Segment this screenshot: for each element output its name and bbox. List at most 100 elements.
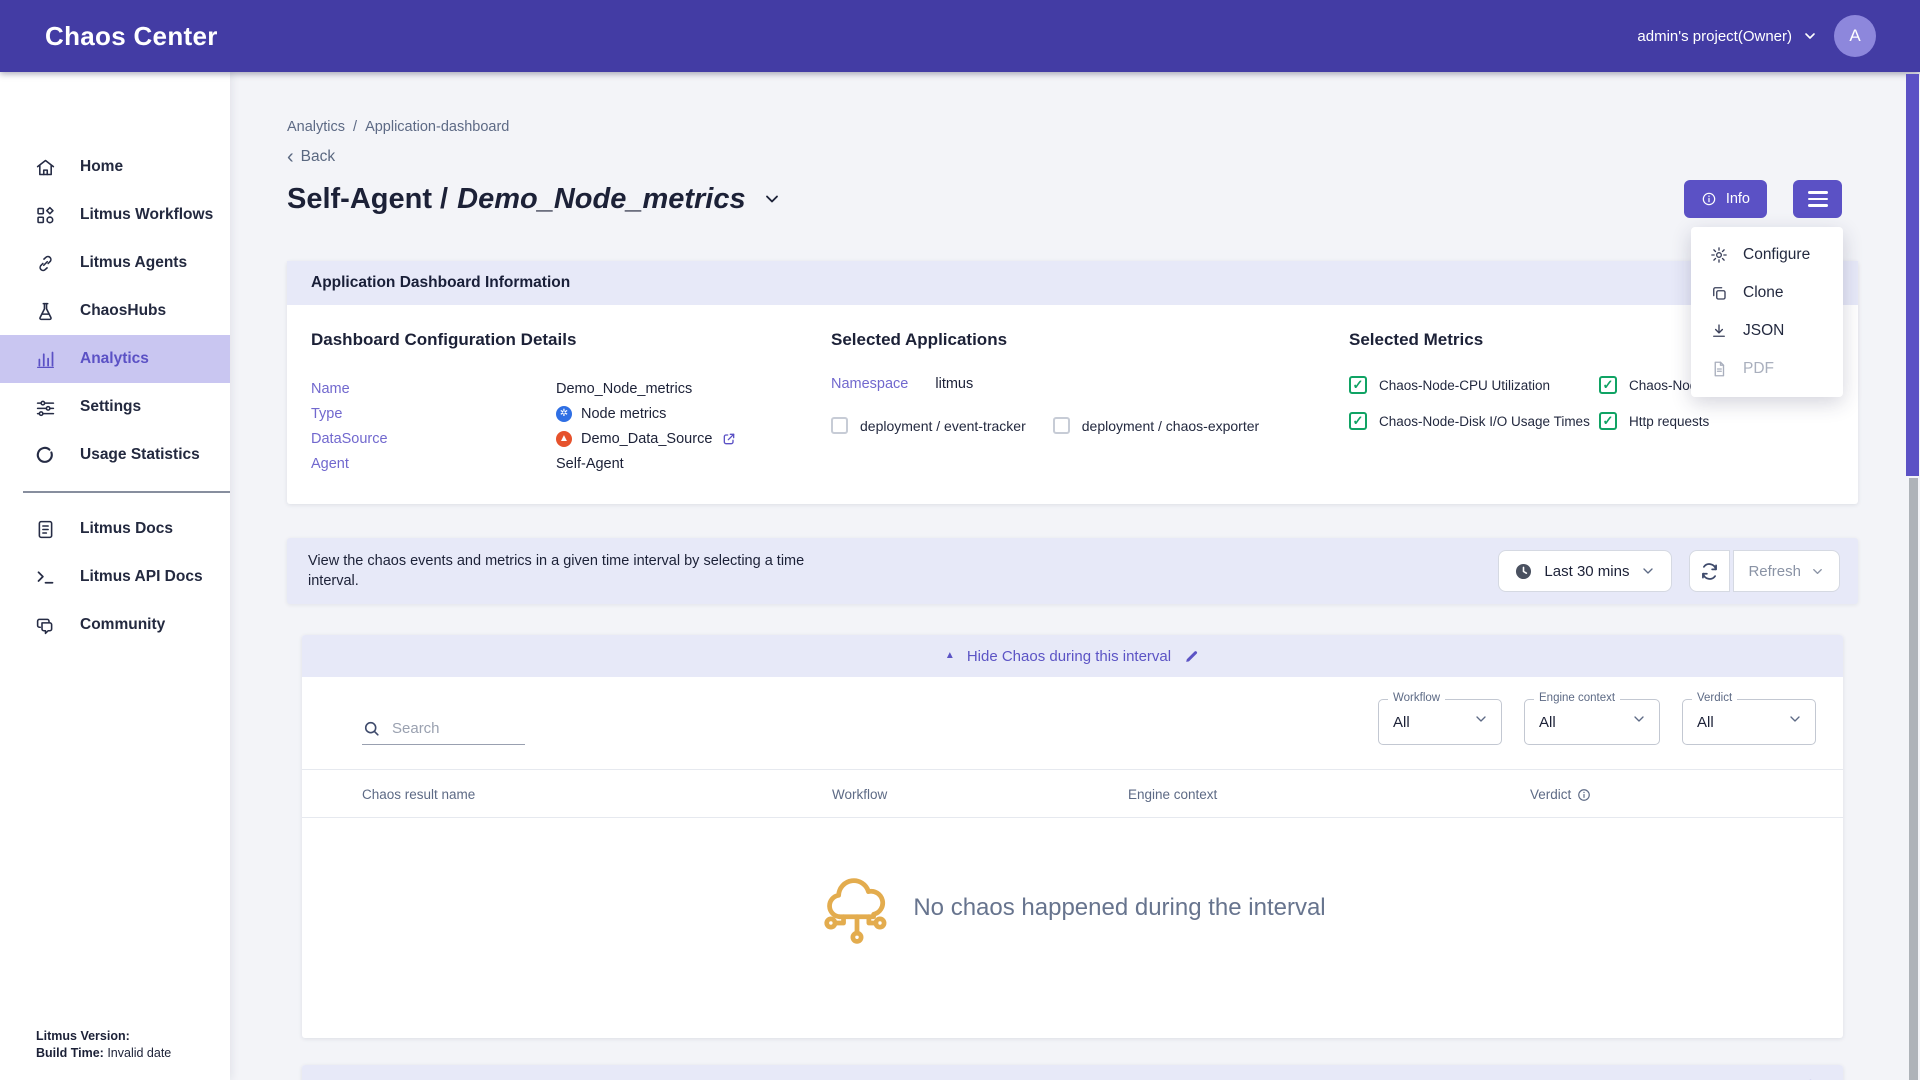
title-agent: Self-Agent / (287, 183, 448, 216)
sidebar-item-usage-statistics[interactable]: Usage Statistics (0, 431, 230, 479)
page-scrollbar[interactable] (1905, 72, 1919, 1080)
avatar[interactable]: A (1834, 15, 1876, 57)
namespace-label: Namespace (831, 376, 908, 392)
menu-item-clone[interactable]: Clone (1691, 274, 1843, 312)
refresh-label: Refresh (1748, 563, 1801, 580)
sidebar-item-analytics[interactable]: Analytics (0, 335, 230, 383)
search-field[interactable] (362, 719, 525, 745)
sidebar-item-settings[interactable]: Settings (0, 383, 230, 431)
checkbox-checked-icon[interactable]: ✓ (1349, 412, 1367, 430)
cloud-circuit-icon (819, 870, 895, 946)
verdict-filter-select[interactable]: Verdict All (1682, 699, 1816, 745)
chaos-table-card: ▲ Hide Chaos during this interval Workfl… (302, 635, 1843, 1038)
sidebar-item-litmus-api-docs[interactable]: Litmus API Docs (0, 553, 230, 601)
time-range-select[interactable]: Last 30 mins (1498, 550, 1672, 592)
back-button[interactable]: ‹ Back (287, 148, 335, 166)
pencil-icon[interactable] (1183, 648, 1200, 665)
collapse-triangle-icon: ▲ (945, 651, 955, 661)
search-input[interactable] (390, 719, 525, 738)
sidebar-divider (23, 491, 230, 493)
hide-chaos-label: Hide Chaos during this interval (967, 648, 1171, 665)
sidebar-item-litmus-workflows[interactable]: Litmus Workflows (0, 191, 230, 239)
menu-item-pdf[interactable]: PDF (1691, 350, 1843, 388)
document-icon (35, 519, 56, 540)
sidebar-item-chaoshubs[interactable]: ChaosHubs (0, 287, 230, 335)
title-chevron-down-icon[interactable] (762, 189, 782, 209)
menu-item-configure[interactable]: Configure (1691, 236, 1843, 274)
chevron-down-icon (1802, 28, 1818, 44)
kebab-menu-button[interactable] (1793, 180, 1842, 218)
breadcrumb-analytics[interactable]: Analytics (287, 119, 345, 135)
scrollbar-thumb[interactable] (1906, 74, 1919, 476)
configuration-column: Dashboard Configuration Details Name Dem… (311, 330, 831, 476)
community-icon (35, 615, 56, 636)
menu-item-json[interactable]: JSON (1691, 312, 1843, 350)
sidebar-item-litmus-agents[interactable]: Litmus Agents (0, 239, 230, 287)
download-icon (1710, 322, 1728, 340)
clock-icon (1514, 562, 1533, 581)
sidebar-item-label: Litmus Agents (80, 254, 187, 272)
page-title[interactable]: Self-Agent / Demo_Node_metrics (287, 183, 782, 216)
workflow-filter-label: Workflow (1388, 692, 1445, 704)
metric-checkbox-cpu-utilization[interactable]: ✓ Chaos-Node-CPU Utilization (1349, 376, 1599, 394)
gear-icon (1710, 246, 1728, 264)
applications-column: Selected Applications Namespace litmus d… (831, 330, 1349, 476)
metric-checkbox-disk-io-times[interactable]: ✓ Chaos-Node-Disk I/O Usage Times (1349, 412, 1599, 430)
app-checkbox-chaos-exporter[interactable]: deployment / chaos-exporter (1053, 417, 1259, 434)
hide-chaos-toggle[interactable]: ▲ Hide Chaos during this interval (302, 635, 1843, 677)
file-icon (1710, 360, 1728, 378)
cpu-metrics-header: CPU Utilization Metrics (302, 1065, 1843, 1080)
applications-title: Selected Applications (831, 330, 1349, 350)
info-circle-icon (1701, 191, 1717, 207)
checkbox-unchecked-icon[interactable] (1053, 417, 1070, 434)
title-actions: Info (1684, 180, 1842, 218)
workflow-filter-select[interactable]: Workflow All (1378, 699, 1502, 745)
clone-icon (1710, 284, 1728, 302)
sidebar-item-label: Home (80, 158, 123, 176)
sidebar-item-community[interactable]: Community (0, 601, 230, 649)
chevron-down-icon (1640, 563, 1656, 579)
sidebar: Home Litmus Workflows Litmus Agents Chao… (0, 72, 230, 1080)
breadcrumb-page: Application-dashboard (365, 119, 509, 135)
external-link-icon[interactable] (721, 431, 737, 447)
column-workflow: Workflow (832, 787, 1128, 802)
menu-item-label: PDF (1743, 360, 1774, 378)
dashboard-info-header: Application Dashboard Information (287, 261, 1858, 305)
dashboard-info-body: Dashboard Configuration Details Name Dem… (287, 305, 1858, 504)
checkbox-checked-icon[interactable]: ✓ (1599, 376, 1617, 394)
scrollbar-track[interactable] (1909, 478, 1918, 1080)
verdict-info-icon[interactable] (1577, 788, 1591, 802)
dashboard-info-card: Application Dashboard Information Dashbo… (287, 261, 1858, 504)
sidebar-item-litmus-docs[interactable]: Litmus Docs (0, 505, 230, 553)
engine-context-filter-select[interactable]: Engine context All (1524, 699, 1660, 745)
engine-context-filter-label: Engine context (1534, 692, 1620, 704)
build-time-label: Build Time: (36, 1046, 104, 1060)
project-switcher[interactable]: admin's project(Owner) (1637, 28, 1818, 45)
breadcrumb: Analytics / Application-dashboard (287, 119, 1858, 135)
config-row-agent: Agent Self-Agent (311, 451, 831, 476)
prometheus-icon: ▲ (556, 431, 572, 447)
time-range-value: Last 30 mins (1544, 563, 1629, 580)
refresh-now-button[interactable] (1689, 550, 1730, 592)
usage-icon (35, 445, 56, 466)
title-row: Self-Agent / Demo_Node_metrics Info (287, 180, 1858, 218)
info-button[interactable]: Info (1684, 180, 1767, 218)
time-interval-description: View the chaos events and metrics in a g… (308, 551, 853, 591)
refresh-rate-select[interactable]: Refresh (1733, 550, 1840, 592)
sidebar-item-label: Analytics (80, 350, 149, 368)
sidebar-item-label: Settings (80, 398, 141, 416)
checkbox-checked-icon[interactable]: ✓ (1599, 412, 1617, 430)
main-content: Analytics / Application-dashboard ‹ Back… (230, 72, 1920, 1080)
sidebar-item-label: Community (80, 616, 165, 634)
config-row-type: Type ✲ Node metrics (311, 401, 831, 426)
app-title: Chaos Center (45, 21, 218, 52)
sidebar-item-label: Litmus Docs (80, 520, 173, 538)
checkbox-unchecked-icon[interactable] (831, 417, 848, 434)
engine-context-filter-value: All (1539, 708, 1556, 731)
checkbox-checked-icon[interactable]: ✓ (1349, 376, 1367, 394)
metric-checkbox-http-requests[interactable]: ✓ Http requests (1599, 412, 1849, 430)
application-checkboxes: deployment / event-tracker deployment / … (831, 417, 1349, 434)
refresh-icon (1699, 561, 1720, 582)
app-checkbox-event-tracker[interactable]: deployment / event-tracker (831, 417, 1026, 434)
sidebar-item-home[interactable]: Home (0, 143, 230, 191)
